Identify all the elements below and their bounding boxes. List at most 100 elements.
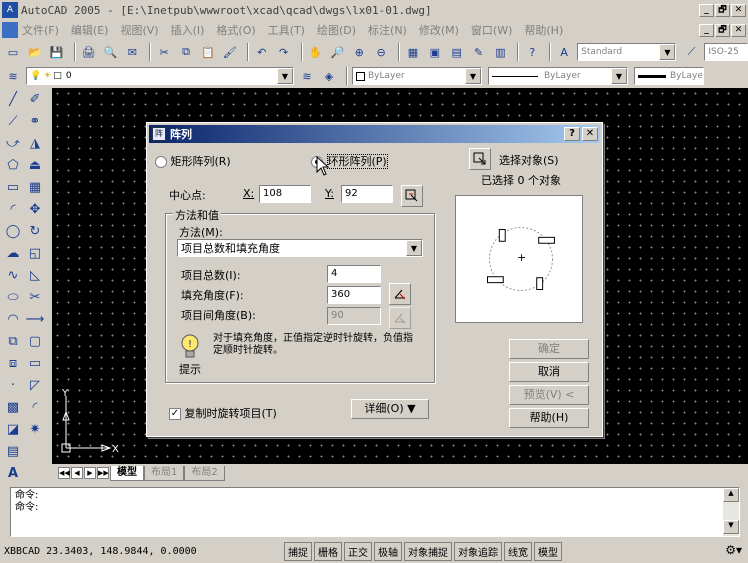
polar-toggle[interactable]: 极轴 (374, 542, 402, 561)
explode-icon[interactable]: ✷ (25, 419, 45, 439)
menu-draw[interactable]: 绘图(D) (317, 22, 356, 38)
menu-view[interactable]: 视图(V) (120, 22, 158, 38)
command-scrollbar[interactable]: ▲ ▼ (723, 488, 739, 536)
plot-preview-icon[interactable]: 🔍 (102, 43, 120, 61)
offset-icon[interactable]: ⏏ (25, 155, 45, 175)
array-icon[interactable]: ▦ (25, 177, 45, 197)
tool-palettes-icon[interactable]: ▤ (448, 43, 466, 61)
revision-cloud-icon[interactable]: ☁ (3, 243, 23, 263)
tab-first-button[interactable]: ◀◀ (58, 467, 70, 479)
make-block-icon[interactable]: ⧈ (3, 353, 23, 373)
lineweight-toggle[interactable]: 线宽 (504, 542, 532, 561)
layer-select[interactable]: 💡 ☀ □ 0 ▼ (26, 67, 294, 85)
otrack-toggle[interactable]: 对象追踪 (454, 542, 502, 561)
center-y-input[interactable]: 92 (341, 185, 393, 203)
tab-prev-button[interactable]: ◀ (71, 467, 83, 479)
chevron-down-icon[interactable]: ▼ (277, 68, 293, 84)
text-style-select[interactable]: Standard ▼ (577, 43, 677, 61)
details-button[interactable]: 详细(O) ▼ (351, 399, 429, 419)
scale-icon[interactable]: ◱ (25, 243, 45, 263)
color-select[interactable]: ByLayer ▼ (352, 67, 482, 85)
doc-restore-button[interactable]: 🗗 (715, 23, 730, 37)
copy-object-icon[interactable]: ⚭ (25, 111, 45, 131)
circle-icon[interactable]: ◯ (3, 221, 23, 241)
scroll-up-icon[interactable]: ▲ (723, 488, 739, 502)
break-at-point-icon[interactable]: ▢ (25, 331, 45, 351)
insert-block-icon[interactable]: ⧉ (3, 331, 23, 351)
new-icon[interactable]: ▭ (4, 43, 22, 61)
construction-line-icon[interactable]: ⟋ (3, 111, 23, 131)
center-x-input[interactable]: 108 (259, 185, 311, 203)
rotate-items-option[interactable]: ✓ 复制时旋转项目(T) (169, 405, 277, 421)
move-icon[interactable]: ✥ (25, 199, 45, 219)
rectangle-icon[interactable]: ▭ (3, 177, 23, 197)
plot-icon[interactable]: 🖨 (80, 43, 98, 61)
fill-angle-input[interactable]: 360 (327, 286, 381, 304)
fillet-icon[interactable]: ◜ (25, 397, 45, 417)
menu-insert[interactable]: 插入(I) (171, 22, 205, 38)
redo-icon[interactable]: ↷ (275, 43, 293, 61)
preview-button[interactable]: 预览(V) < (509, 385, 589, 405)
save-icon[interactable]: 💾 (48, 43, 66, 61)
hatch-icon[interactable]: ▩ (3, 397, 23, 417)
menu-edit[interactable]: 编辑(E) (71, 22, 109, 38)
doc-minimize-button[interactable]: _ (699, 23, 714, 37)
help-icon[interactable]: ? (523, 43, 541, 61)
tab-model[interactable]: 模型 (110, 465, 144, 481)
polyline-icon[interactable]: ⤻ (3, 133, 23, 153)
total-items-input[interactable]: 4 (327, 265, 381, 283)
cancel-button[interactable]: 取消 (509, 362, 589, 382)
chevron-down-icon[interactable]: ▼ (465, 68, 481, 84)
paste-icon[interactable]: 📋 (199, 43, 217, 61)
arc-icon[interactable]: ◜ (3, 199, 23, 219)
dialog-title-bar[interactable]: 阵 阵列 ? ✕ (149, 125, 600, 143)
menu-help[interactable]: 帮助(H) (524, 22, 563, 38)
menu-file[interactable]: 文件(F) (22, 22, 59, 38)
dialog-close-button[interactable]: ✕ (582, 127, 598, 141)
polygon-icon[interactable]: ⬠ (3, 155, 23, 175)
erase-icon[interactable]: ✐ (25, 89, 45, 109)
pan-icon[interactable]: ✋ (307, 43, 325, 61)
tab-layout2[interactable]: 布局2 (184, 465, 225, 481)
make-object-layer-current-icon[interactable]: ≋ (298, 67, 316, 85)
markup-icon[interactable]: ✎ (470, 43, 488, 61)
zoom-previous-icon[interactable]: ⊖ (372, 43, 390, 61)
lineweight-select[interactable]: ByLaye (634, 67, 704, 85)
grid-toggle[interactable]: 栅格 (314, 542, 342, 561)
zoom-window-icon[interactable]: ⊕ (350, 43, 368, 61)
dialog-help-button[interactable]: ? (564, 127, 580, 141)
snap-toggle[interactable]: 捕捉 (284, 542, 312, 561)
command-window[interactable]: 命令: 命令: ▲ ▼ (10, 487, 740, 537)
pick-fill-angle-button[interactable] (389, 283, 411, 305)
spline-icon[interactable]: ∿ (3, 265, 23, 285)
menu-window[interactable]: 窗口(W) (471, 22, 512, 38)
design-center-icon[interactable]: ▣ (426, 43, 444, 61)
ortho-toggle[interactable]: 正交 (344, 542, 372, 561)
pick-center-button[interactable] (401, 185, 423, 207)
select-objects-button[interactable] (469, 148, 491, 170)
communication-center-icon[interactable]: ⚙▾ (725, 543, 742, 557)
menu-format[interactable]: 格式(O) (216, 22, 255, 38)
cut-icon[interactable]: ✂ (155, 43, 173, 61)
region-icon[interactable]: ◪ (3, 419, 23, 439)
restore-button[interactable]: 🗗 (715, 3, 730, 17)
point-icon[interactable]: · (3, 375, 23, 395)
copy-icon[interactable]: ⧉ (177, 43, 195, 61)
ok-button[interactable]: 确定 (509, 339, 589, 359)
undo-icon[interactable]: ↶ (253, 43, 271, 61)
layer-previous-icon[interactable]: ◈ (320, 67, 338, 85)
doc-close-button[interactable]: ✕ (731, 23, 746, 37)
ellipse-icon[interactable]: ⬭ (3, 287, 23, 307)
table-icon[interactable]: ▤ (3, 441, 23, 461)
menu-modify[interactable]: 修改(M) (419, 22, 459, 38)
zoom-realtime-icon[interactable]: 🔎 (328, 43, 346, 61)
multiline-text-icon[interactable]: A (3, 463, 23, 483)
menu-tools[interactable]: 工具(T) (268, 22, 305, 38)
dim-style-select[interactable]: ISO-25 (704, 43, 748, 61)
model-toggle[interactable]: 模型 (534, 542, 562, 561)
properties-icon[interactable]: ▦ (404, 43, 422, 61)
osnap-toggle[interactable]: 对象捕捉 (404, 542, 452, 561)
rotate-items-checkbox[interactable]: ✓ (169, 408, 181, 420)
linetype-select[interactable]: ByLayer ▼ (488, 67, 628, 85)
break-icon[interactable]: ▭ (25, 353, 45, 373)
